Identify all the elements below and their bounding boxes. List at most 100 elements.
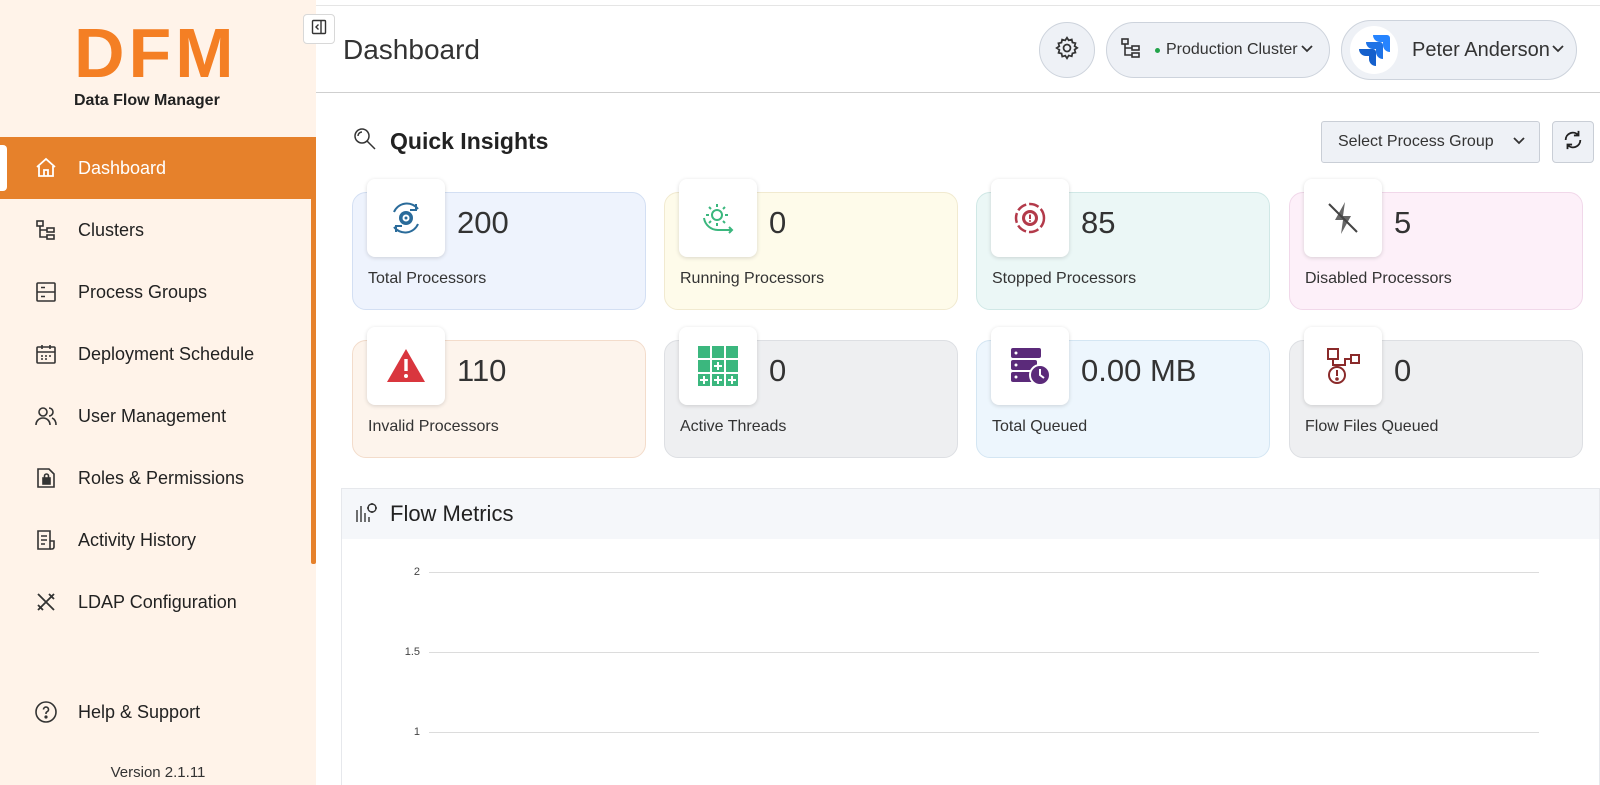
card-value: 200 [457, 205, 509, 240]
dfm-logo: DFM Data Flow Manager [74, 14, 242, 112]
sidebar-item-label: Roles & Permissions [78, 467, 245, 488]
refresh-button[interactable] [1552, 121, 1594, 163]
card-label: Total Processors [368, 270, 487, 287]
process-group-select-value: Select Process Group [1338, 133, 1494, 150]
sidebar-toggle-icon [311, 19, 327, 40]
y-tick-label: 1.5 [404, 646, 420, 658]
card-active-threads[interactable]: 0 Active Threads [664, 327, 958, 458]
sidebar-item-dashboard[interactable]: Dashboard [0, 137, 316, 199]
process-group-select[interactable]: Select Process Group [1321, 121, 1540, 163]
insights-search-icon [352, 126, 378, 157]
document-icon [34, 528, 58, 552]
sidebar-nav: Dashboard Clusters Process Groups Deploy… [0, 137, 316, 633]
sidebar-item-roles-permissions[interactable]: Roles & Permissions [0, 447, 316, 509]
threads-grid-icon [679, 327, 757, 405]
card-value: 0 [769, 353, 787, 388]
quick-insights-title: Quick Insights [390, 128, 549, 154]
cluster-tree-icon [34, 218, 58, 242]
collapse-sidebar-button[interactable] [303, 14, 335, 44]
avatar [1350, 26, 1398, 74]
gear-icon [1054, 35, 1080, 66]
refresh-icon [1562, 129, 1584, 156]
sidebar-item-ldap-configuration[interactable]: LDAP Configuration [0, 571, 316, 633]
gridline [429, 652, 1539, 653]
card-running-processors[interactable]: 0 Running Processors [664, 179, 958, 310]
flowfile-alert-icon [1304, 327, 1382, 405]
metrics-chart-icon [354, 500, 378, 529]
sidebar-item-label: LDAP Configuration [78, 591, 237, 612]
gear-cycle-icon [367, 179, 445, 257]
sidebar-item-label: Dashboard [78, 157, 167, 178]
sidebar-item-label: Deployment Schedule [78, 343, 255, 364]
cluster-status-dot [1155, 47, 1160, 53]
card-value: 85 [1081, 205, 1116, 240]
cluster-label: Production Cluster [1166, 41, 1298, 58]
sidebar-item-deployment-schedule[interactable]: Deployment Schedule [0, 323, 316, 385]
user-menu[interactable]: Peter Anderson [1341, 20, 1577, 80]
chevron-down-icon [1511, 132, 1527, 153]
card-total-queued[interactable]: 0.00 MB Total Queued [976, 327, 1270, 458]
sidebar-item-label: User Management [78, 405, 227, 426]
card-label: Total Queued [992, 418, 1088, 435]
stopped-gear-icon [991, 179, 1069, 257]
card-value: 0 [1394, 353, 1412, 388]
card-disabled-processors[interactable]: 5 Disabled Processors [1289, 179, 1583, 310]
card-value: 0 [769, 205, 787, 240]
sidebar-item-activity-history[interactable]: Activity History [0, 509, 316, 571]
calendar-icon [34, 342, 58, 366]
card-value: 0.00 MB [1081, 353, 1197, 388]
page-title: Dashboard [343, 34, 480, 65]
version-label: Version 2.1.11 [110, 764, 206, 781]
card-label: Running Processors [680, 270, 825, 287]
sidebar-item-label: Process Groups [78, 281, 208, 302]
card-total-processors[interactable]: 200 Total Processors [352, 179, 646, 310]
top-header: Dashboard Production Cluster Peter Ander… [316, 6, 1600, 93]
home-icon [34, 156, 58, 180]
cluster-tree-icon [1119, 36, 1143, 65]
sidebar-item-label: Activity History [78, 529, 197, 550]
app: DFM Data Flow Manager Dashboard Clusters [0, 0, 1600, 785]
users-icon [34, 404, 58, 428]
settings-button[interactable] [1039, 22, 1095, 78]
card-invalid-processors[interactable]: 110 Invalid Processors [352, 327, 646, 458]
help-icon [34, 700, 58, 724]
gridline [429, 572, 1539, 573]
tools-icon [34, 590, 58, 614]
sidebar-item-user-management[interactable]: User Management [0, 385, 316, 447]
card-value: 110 [457, 353, 507, 388]
flow-metrics-header: Flow Metrics [342, 489, 1599, 539]
sidebar-scrollbar[interactable] [311, 137, 316, 564]
cluster-selector[interactable]: Production Cluster [1106, 22, 1330, 78]
gridline [429, 732, 1539, 733]
flow-metrics-title: Flow Metrics [390, 501, 514, 526]
user-name: Peter Anderson [1412, 38, 1550, 61]
chevron-down-icon [1550, 39, 1566, 62]
sidebar: DFM Data Flow Manager Dashboard Clusters [0, 0, 316, 785]
y-tick-label: 2 [413, 566, 420, 578]
card-stopped-processors[interactable]: 85 Stopped Processors [976, 179, 1270, 310]
card-label: Active Threads [680, 418, 787, 435]
help-support-link[interactable]: Help & Support [34, 700, 200, 724]
running-gear-icon [679, 179, 757, 257]
sidebar-item-label: Clusters [78, 219, 145, 240]
card-flow-files-queued[interactable]: 0 Flow Files Queued [1289, 327, 1583, 458]
card-label: Stopped Processors [992, 270, 1137, 287]
process-groups-icon [34, 280, 58, 304]
chevron-down-icon [1299, 40, 1315, 61]
card-value: 5 [1394, 205, 1412, 240]
quick-insights-header: Quick Insights [352, 126, 548, 157]
sidebar-item-process-groups[interactable]: Process Groups [0, 261, 316, 323]
y-tick-label: 1 [413, 726, 420, 738]
disabled-bolt-icon [1304, 179, 1382, 257]
sidebar-item-clusters[interactable]: Clusters [0, 199, 316, 261]
help-label: Help & Support [78, 701, 201, 722]
flow-metrics-panel: Flow Metrics 2 1.5 1 [341, 488, 1600, 785]
lock-file-icon [34, 466, 58, 490]
logo-subtitle: Data Flow Manager [74, 92, 220, 109]
queue-clock-icon [991, 327, 1069, 405]
warning-icon [367, 327, 445, 405]
logo-mark: DFM [74, 14, 238, 92]
card-label: Disabled Processors [1305, 270, 1452, 287]
card-label: Flow Files Queued [1305, 418, 1439, 435]
card-label: Invalid Processors [368, 418, 499, 435]
